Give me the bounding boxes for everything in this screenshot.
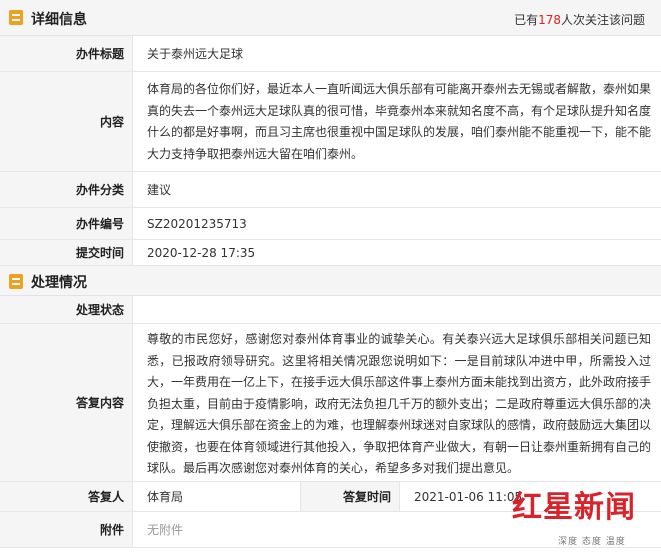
detail-section-title: 详细信息: [31, 12, 87, 28]
category-label: 办件分类: [0, 172, 133, 207]
subject-label: 办件标题: [0, 36, 133, 71]
responder-label: 答复人: [0, 482, 133, 511]
detail-section-header: 详细信息 已有178人次关注该问题: [0, 0, 661, 36]
content-row: 内容 体育局的各位你们好，最近本人一直听闻远大俱乐部有可能离开泰州去无锡或者解散…: [0, 72, 661, 172]
submit-time-row: 提交时间 2020-12-28 17:35: [0, 240, 661, 266]
category-value: 建议: [147, 183, 172, 197]
content-label: 内容: [0, 72, 133, 171]
subject-row: 办件标题 关于泰州远大足球: [0, 36, 661, 72]
attachment-label: 附件: [0, 512, 133, 547]
submit-time-label: 提交时间: [0, 240, 133, 265]
number-row: 办件编号 SZ20201235713: [0, 208, 661, 240]
status-value: [147, 296, 651, 323]
category-row: 办件分类 建议: [0, 172, 661, 208]
follow-count: 178: [538, 13, 561, 27]
submit-time-value: 2020-12-28 17:35: [147, 245, 256, 260]
brand-watermark: 红星新闻 深度 态度 温度: [512, 482, 657, 554]
content-text: 体育局的各位你们好，最近本人一直听闻远大俱乐部有可能离开泰州去无锡或者解散，泰州…: [147, 82, 652, 161]
number-value: SZ20201235713: [147, 216, 247, 231]
brand-tagline: 深度 态度 温度: [558, 537, 626, 547]
follow-count-text: 已有178人次关注该问题: [514, 13, 645, 27]
reply-time-label: 答复时间: [300, 482, 400, 511]
status-label: 处理状态: [0, 296, 133, 323]
document-icon: [9, 10, 23, 25]
subject-value: 关于泰州远大足球: [147, 47, 244, 61]
handling-section-header: 处理情况: [0, 266, 661, 296]
reply-label: 答复内容: [0, 324, 133, 481]
reply-text: 尊敬的市民您好，感谢您对泰州体育事业的诚挚关心。有关泰兴远大足球俱乐部相关问题已…: [147, 332, 652, 475]
reply-row: 答复内容 尊敬的市民您好，感谢您对泰州体育事业的诚挚关心。有关泰兴远大足球俱乐部…: [0, 324, 661, 482]
responder-value: 体育局: [147, 490, 184, 504]
number-label: 办件编号: [0, 208, 133, 239]
reply-time-value: 2021-01-06 11:05: [414, 489, 523, 504]
handling-section-title: 处理情况: [31, 275, 87, 291]
status-row: 处理状态: [0, 296, 661, 324]
document-icon: [9, 274, 23, 289]
brand-logo: 红星新闻: [512, 490, 636, 525]
